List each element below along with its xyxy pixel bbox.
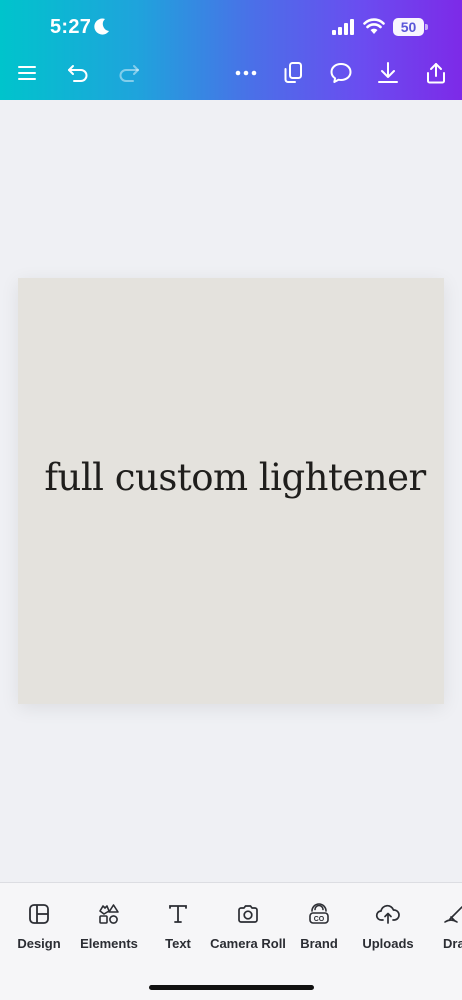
download-icon xyxy=(378,62,398,83)
battery-tip xyxy=(425,24,428,30)
battery-level: 50 xyxy=(400,19,417,35)
undo-button[interactable] xyxy=(63,58,93,88)
redo-button[interactable] xyxy=(114,58,144,88)
menu-button[interactable] xyxy=(12,58,42,88)
top-app-bar: 5:27 50 xyxy=(0,0,462,100)
upload-cloud-icon xyxy=(375,904,400,924)
tool-label: Elements xyxy=(80,936,138,951)
tool-label: Design xyxy=(17,936,61,951)
svg-text:CO: CO xyxy=(314,916,325,923)
tool-draw[interactable]: Dra xyxy=(426,901,462,951)
tool-label: Uploads xyxy=(362,936,414,951)
draw-icon xyxy=(444,906,462,923)
moon-icon xyxy=(94,18,109,35)
tool-label: Camera Roll xyxy=(210,936,286,951)
tool-label: Brand xyxy=(300,936,338,951)
tool-brand[interactable]: CO Brand xyxy=(279,901,359,951)
bottom-toolbar: Design Elements Text Camera Roll CO Bran… xyxy=(0,882,462,1000)
tool-label: Text xyxy=(165,936,191,951)
brand-icon: CO xyxy=(309,903,329,924)
tool-design[interactable]: Design xyxy=(0,901,79,951)
share-button[interactable] xyxy=(421,58,451,88)
layout-icon xyxy=(29,904,49,924)
camera-icon xyxy=(238,905,258,923)
design-text[interactable]: full custom lightener xyxy=(18,456,444,499)
tool-elements[interactable]: Elements xyxy=(69,901,149,951)
battery-indicator: 50 xyxy=(393,18,424,36)
undo-icon xyxy=(68,65,88,82)
share-icon xyxy=(427,63,445,84)
tool-camera-roll[interactable]: Camera Roll xyxy=(208,901,288,951)
signal-icon xyxy=(332,19,354,35)
text-icon xyxy=(169,905,187,923)
comment-button[interactable] xyxy=(326,58,356,88)
redo-icon xyxy=(119,65,139,82)
status-time: 5:27 xyxy=(50,16,92,38)
tool-text[interactable]: Text xyxy=(138,901,218,951)
more-button[interactable] xyxy=(231,58,261,88)
pages-icon xyxy=(284,62,302,83)
tool-uploads[interactable]: Uploads xyxy=(348,901,428,951)
pages-button[interactable] xyxy=(278,58,308,88)
home-indicator[interactable] xyxy=(149,985,314,990)
more-icon xyxy=(235,70,257,76)
wifi-icon xyxy=(363,18,385,34)
design-page[interactable]: full custom lightener xyxy=(18,278,444,704)
menu-icon xyxy=(18,66,36,80)
tool-label: Dra xyxy=(443,936,462,951)
download-button[interactable] xyxy=(373,58,403,88)
comment-icon xyxy=(330,63,352,83)
shapes-icon xyxy=(99,904,119,924)
